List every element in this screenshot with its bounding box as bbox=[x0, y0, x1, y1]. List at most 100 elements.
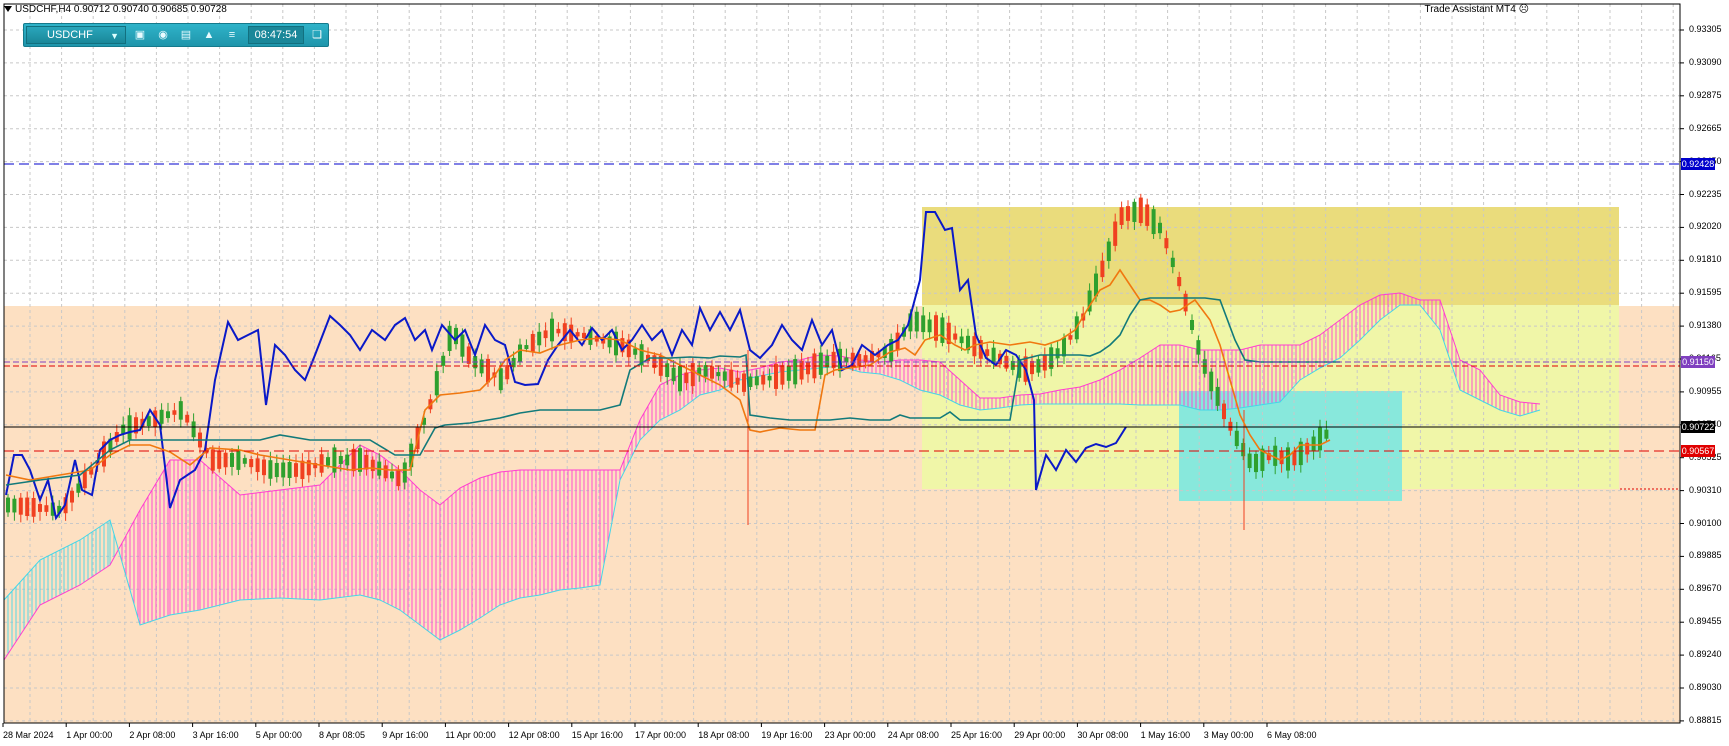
price-axis-label: 0.92665 bbox=[1689, 122, 1722, 133]
price-axis-label: 0.92875 bbox=[1689, 89, 1722, 100]
time-axis-label: 9 Apr 16:00 bbox=[382, 730, 429, 740]
candle-body bbox=[1068, 335, 1073, 340]
candle-body bbox=[1318, 427, 1322, 451]
candle-body bbox=[396, 470, 401, 487]
candle-body bbox=[242, 458, 247, 464]
candle-body bbox=[249, 459, 254, 468]
candle-body bbox=[441, 355, 446, 366]
time-axis-label: 1 May 16:00 bbox=[1140, 730, 1191, 740]
candle-body bbox=[633, 348, 638, 355]
price-axis-label: 0.88815 bbox=[1689, 714, 1722, 725]
candle-body bbox=[402, 462, 407, 483]
candle-body bbox=[82, 470, 87, 489]
candle-body bbox=[1132, 201, 1137, 222]
candle-body bbox=[537, 331, 542, 346]
candle-body bbox=[1164, 238, 1169, 249]
time-axis-label: 3 May 00:00 bbox=[1203, 730, 1254, 740]
candle-body bbox=[460, 334, 465, 357]
candle-body bbox=[690, 363, 695, 387]
symbol-ohlc-header: USDCHF,H4 0.90712 0.90740 0.90685 0.9072… bbox=[4, 4, 227, 15]
candle-body bbox=[953, 333, 958, 340]
ohlc-values: 0.90712 0.90740 0.90685 0.90728 bbox=[73, 4, 227, 15]
candle-body bbox=[383, 465, 388, 479]
candle-body bbox=[863, 355, 868, 363]
calendar-icon[interactable]: ▤ bbox=[176, 26, 196, 44]
candle-body bbox=[454, 327, 458, 345]
candle-body bbox=[1177, 277, 1182, 287]
price-axis-label: 0.89885 bbox=[1689, 550, 1722, 561]
candle-body bbox=[1100, 260, 1105, 278]
alert-bell-icon[interactable]: ▲ bbox=[199, 26, 219, 44]
candle-body bbox=[556, 328, 561, 334]
server-time-value: 08:47:54 bbox=[254, 29, 298, 41]
candle-body bbox=[300, 460, 305, 480]
time-axis-label: 25 Apr 16:00 bbox=[951, 730, 1003, 740]
menu-icon[interactable]: ≡ bbox=[222, 26, 242, 44]
price-axis-label: 0.91595 bbox=[1689, 287, 1722, 298]
candle-body bbox=[268, 460, 273, 479]
time-axis-label: 2 Apr 08:00 bbox=[129, 730, 176, 740]
symbol-select[interactable]: USDCHF ▼ bbox=[26, 26, 126, 44]
candle-body bbox=[505, 365, 510, 380]
price-axis-label: 0.92020 bbox=[1689, 221, 1722, 232]
candle-body bbox=[262, 459, 266, 476]
candle-body bbox=[1126, 206, 1130, 221]
candle-body bbox=[294, 463, 298, 477]
price-chart[interactable] bbox=[0, 0, 1729, 746]
price-tag-purple-value: 0.91150 bbox=[1682, 357, 1714, 367]
candle-body bbox=[345, 454, 350, 466]
symbol-select-value: USDCHF bbox=[47, 29, 93, 41]
candle-body bbox=[1158, 222, 1162, 234]
candle-body bbox=[774, 364, 778, 389]
window-icon[interactable]: ❏ bbox=[308, 26, 326, 44]
candle-body bbox=[146, 416, 151, 427]
candle-body bbox=[1113, 221, 1118, 246]
candle-body bbox=[786, 365, 791, 381]
candle-body bbox=[18, 497, 23, 515]
candle-body bbox=[761, 374, 766, 385]
candle-body bbox=[281, 462, 286, 478]
time-axis-label: 24 Apr 08:00 bbox=[887, 730, 939, 740]
eye-icon[interactable]: ◉ bbox=[153, 26, 173, 44]
candle-body bbox=[793, 359, 798, 385]
candle-body bbox=[25, 497, 30, 517]
candle-body bbox=[543, 330, 548, 339]
candle-body bbox=[12, 498, 17, 513]
candle-body bbox=[524, 345, 529, 350]
time-axis-label: 11 Apr 00:00 bbox=[445, 730, 496, 740]
candle-body bbox=[70, 490, 74, 503]
candle-body bbox=[1241, 443, 1246, 457]
price-axis-label: 0.90955 bbox=[1689, 385, 1722, 396]
candle-body bbox=[223, 452, 228, 468]
price-tag-blue: 0.92428 bbox=[1681, 158, 1715, 170]
trade-toolbar: USDCHF ▼ ▣ ◉ ▤ ▲ ≡ 08:47:54 ❏ bbox=[23, 23, 329, 47]
time-axis-label: 23 Apr 00:00 bbox=[824, 730, 876, 740]
candle-body bbox=[530, 333, 535, 352]
time-axis-label: 28 Mar 2024 bbox=[3, 730, 54, 740]
candle-body bbox=[710, 366, 714, 379]
price-tag-current: 0.90722 bbox=[1681, 421, 1715, 433]
time-axis-label: 30 Apr 08:00 bbox=[1077, 730, 1129, 740]
candle-body bbox=[665, 363, 670, 378]
candle-body bbox=[31, 497, 36, 517]
candle-body bbox=[1324, 429, 1329, 439]
candle-body bbox=[716, 372, 721, 377]
candle-body bbox=[818, 352, 823, 375]
candle-body bbox=[447, 325, 452, 351]
mt4-chart-window: USDCHF,H4 0.90712 0.90740 0.90685 0.9072… bbox=[0, 0, 1729, 746]
time-axis-label: 1 Apr 00:00 bbox=[66, 730, 113, 740]
camera-icon[interactable]: ▣ bbox=[130, 26, 150, 44]
candle-body bbox=[1119, 207, 1124, 225]
candle-body bbox=[351, 448, 356, 472]
candle-body bbox=[985, 349, 990, 356]
time-axis-label: 29 Apr 00:00 bbox=[1014, 730, 1066, 740]
gold-zone bbox=[922, 207, 1619, 305]
candle-body bbox=[166, 411, 170, 419]
time-axis-label: 6 May 08:00 bbox=[1267, 730, 1317, 740]
candle-body bbox=[1222, 403, 1226, 420]
candle-body bbox=[921, 315, 926, 333]
price-axis-label: 0.89670 bbox=[1689, 583, 1722, 594]
candle-body bbox=[230, 453, 234, 467]
candle-body bbox=[1055, 348, 1060, 359]
candle-body bbox=[550, 318, 554, 342]
